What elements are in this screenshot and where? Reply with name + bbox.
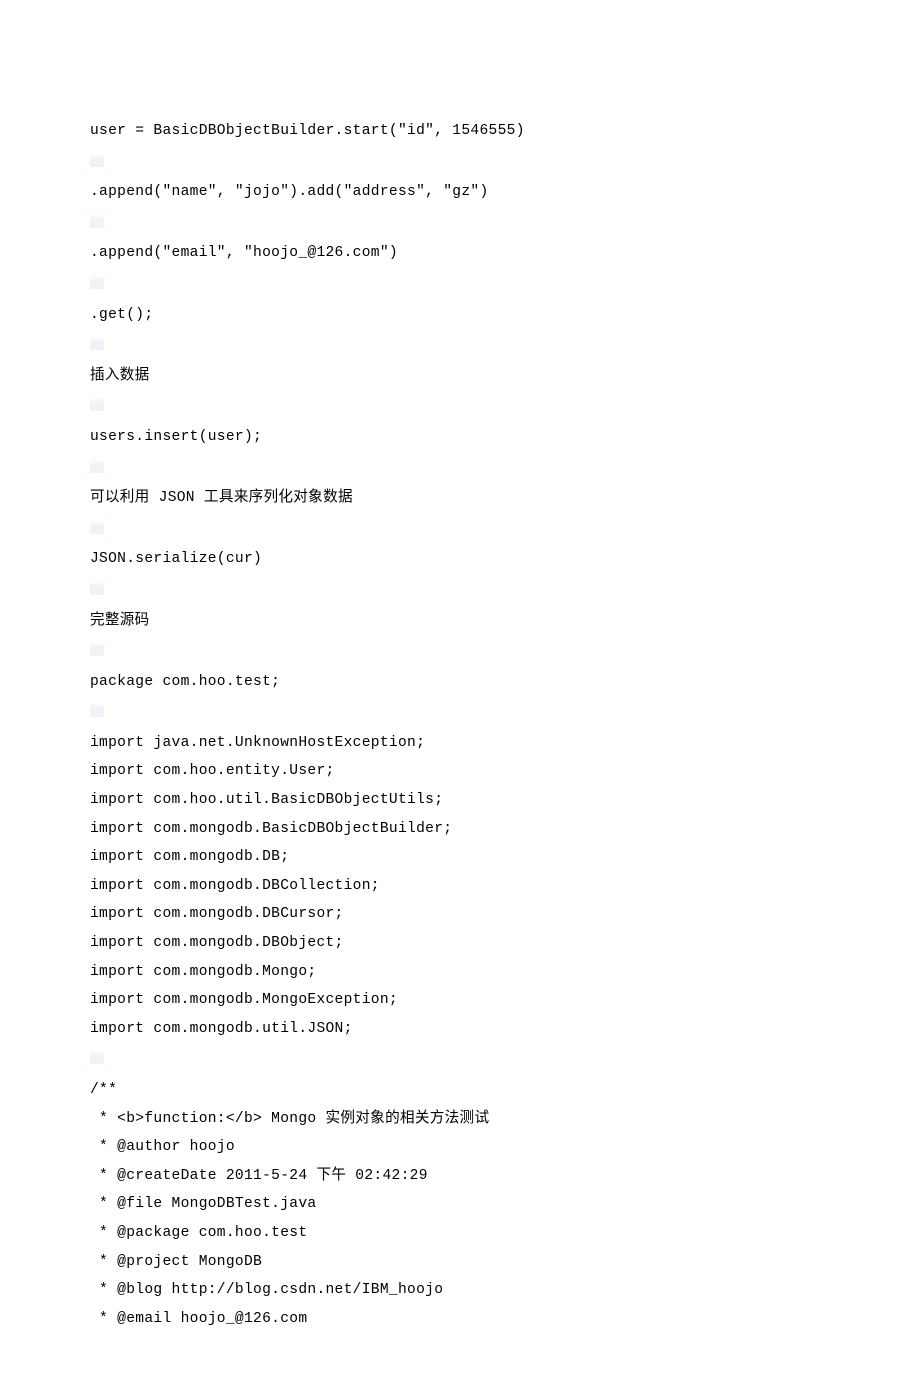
blank-line-marker bbox=[90, 397, 830, 416]
code-line: * @package com.hoo.test bbox=[90, 1226, 830, 1241]
blank-line-marker bbox=[90, 336, 830, 355]
code-line: /** bbox=[90, 1083, 830, 1098]
text-line: 可以利用 JSON 工具来序列化对象数据 bbox=[90, 491, 830, 506]
code-line: * @createDate 2011-5-24 下午 02:42:29 bbox=[90, 1169, 830, 1184]
code-line: import com.hoo.util.BasicDBObjectUtils; bbox=[90, 793, 830, 808]
code-line: import com.mongodb.util.JSON; bbox=[90, 1022, 830, 1037]
document-page: user = BasicDBObjectBuilder.start("id", … bbox=[0, 0, 920, 1375]
code-line: JSON.serialize(cur) bbox=[90, 552, 830, 567]
code-line: import com.mongodb.MongoException; bbox=[90, 993, 830, 1008]
code-line: .append("email", "hoojo_@126.com") bbox=[90, 246, 830, 261]
blank-line-marker bbox=[90, 642, 830, 661]
code-line: import com.mongodb.DBCursor; bbox=[90, 907, 830, 922]
text-line: 插入数据 bbox=[90, 369, 830, 384]
code-line: import com.mongodb.DB; bbox=[90, 850, 830, 865]
blank-line-marker bbox=[90, 1050, 830, 1069]
code-line: users.insert(user); bbox=[90, 430, 830, 445]
code-line: import com.mongodb.DBObject; bbox=[90, 936, 830, 951]
code-line: * <b>function:</b> Mongo 实例对象的相关方法测试 bbox=[90, 1112, 830, 1127]
code-line: * @email hoojo_@126.com bbox=[90, 1312, 830, 1327]
blank-line-marker bbox=[90, 703, 830, 722]
blank-line-marker bbox=[90, 214, 830, 233]
text-line: 完整源码 bbox=[90, 614, 830, 629]
code-line: .append("name", "jojo").add("address", "… bbox=[90, 185, 830, 200]
code-line: package com.hoo.test; bbox=[90, 675, 830, 690]
blank-line-marker bbox=[90, 275, 830, 294]
code-line: * @project MongoDB bbox=[90, 1255, 830, 1270]
code-line: import com.hoo.entity.User; bbox=[90, 764, 830, 779]
code-line: user = BasicDBObjectBuilder.start("id", … bbox=[90, 124, 830, 139]
blank-line-marker bbox=[90, 459, 830, 478]
blank-line-marker bbox=[90, 581, 830, 600]
code-line: .get(); bbox=[90, 308, 830, 323]
code-line: import com.mongodb.BasicDBObjectBuilder; bbox=[90, 822, 830, 837]
blank-line-marker bbox=[90, 153, 830, 172]
blank-line-marker bbox=[90, 520, 830, 539]
code-line: import com.mongodb.DBCollection; bbox=[90, 879, 830, 894]
code-line: * @file MongoDBTest.java bbox=[90, 1197, 830, 1212]
code-line: import com.mongodb.Mongo; bbox=[90, 965, 830, 980]
code-line: import java.net.UnknownHostException; bbox=[90, 736, 830, 751]
code-line: * @author hoojo bbox=[90, 1140, 830, 1155]
code-line: * @blog http://blog.csdn.net/IBM_hoojo bbox=[90, 1283, 830, 1298]
